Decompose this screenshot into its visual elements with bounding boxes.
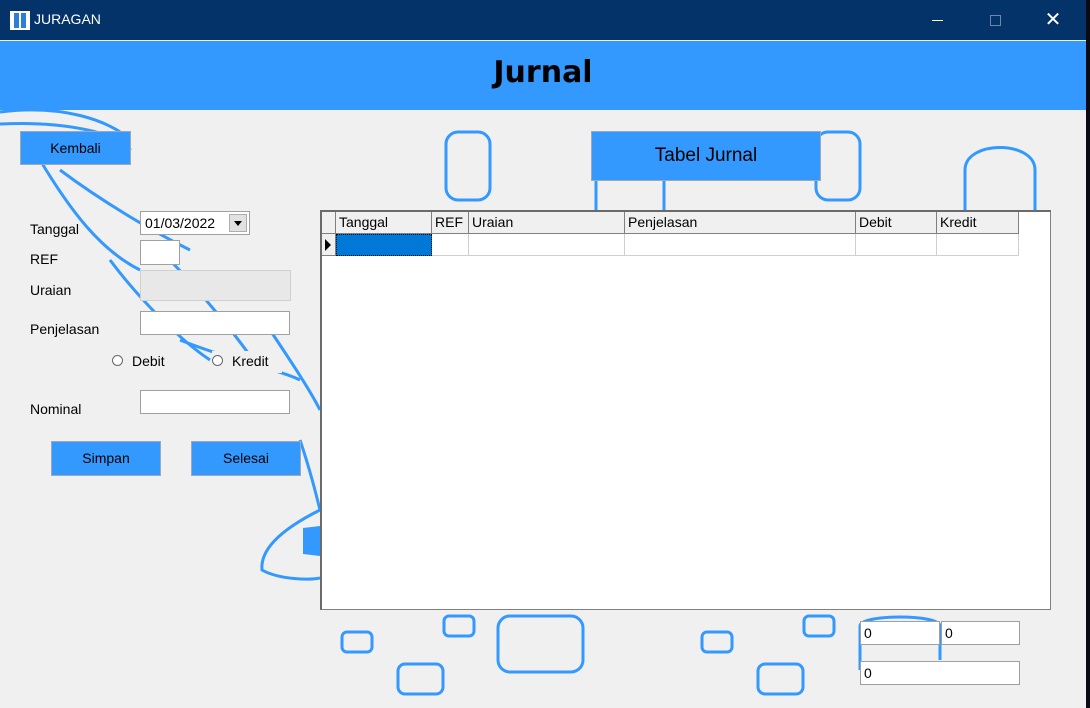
nominal-input[interactable] (140, 390, 290, 414)
table-caption: Tabel Jurnal (591, 131, 821, 181)
penjelasan-label: Penjelasan (30, 321, 100, 337)
app-logo-icon (10, 11, 30, 30)
window-title: JURAGAN (34, 11, 101, 27)
nominal-label: Nominal (30, 401, 82, 417)
ref-input[interactable] (140, 240, 180, 265)
page-header: Jurnal (0, 41, 1086, 110)
maximize-button[interactable] (972, 0, 1018, 40)
ref-label: REF (30, 251, 58, 267)
back-button[interactable]: Kembali (20, 131, 131, 165)
penjelasan-input[interactable] (140, 311, 290, 335)
uraian-label: Uraian (30, 282, 72, 298)
table-row[interactable] (322, 234, 1019, 256)
debit-radio[interactable]: Debit (112, 351, 180, 373)
current-row-indicator-icon[interactable] (322, 234, 336, 256)
tanggal-label: Tanggal (30, 221, 80, 237)
kredit-radio[interactable]: Kredit (212, 351, 282, 373)
table-cell-tanggal[interactable] (336, 234, 432, 256)
table-cell-ref[interactable] (432, 234, 469, 256)
save-button[interactable]: Simpan (51, 441, 161, 476)
uraian-input[interactable] (140, 270, 291, 301)
close-button[interactable]: ✕ (1030, 0, 1076, 40)
finish-button[interactable]: Selesai (191, 441, 301, 476)
debit-total-field[interactable]: 0 (860, 621, 940, 645)
title-bar[interactable]: JURAGAN ✕ (0, 0, 1086, 40)
kredit-radio-label: Kredit (232, 353, 269, 369)
tanggal-date-picker[interactable]: 01/03/2022 (140, 211, 250, 235)
table-cell-debit[interactable] (856, 234, 937, 256)
page-title: Jurnal (493, 55, 593, 90)
table-cell-uraian[interactable] (469, 234, 625, 256)
kredit-total-field[interactable]: 0 (941, 621, 1020, 645)
table-header-row: Tanggal REF Uraian Penjelasan Debit Kred… (322, 212, 1019, 234)
table-corner-cell (322, 212, 336, 234)
column-header-kredit[interactable]: Kredit (937, 212, 1019, 234)
column-header-debit[interactable]: Debit (856, 212, 937, 234)
table-cell-penjelasan[interactable] (625, 234, 856, 256)
application-window: JURAGAN ✕ Jurnal Kembali Tabel Jurnal Ta… (0, 0, 1086, 708)
chevron-down-icon[interactable] (229, 214, 247, 232)
debit-radio-label: Debit (132, 353, 165, 369)
column-header-tanggal[interactable]: Tanggal (336, 212, 432, 234)
table-cell-kredit[interactable] (937, 234, 1019, 256)
column-header-ref[interactable]: REF (432, 212, 469, 234)
radio-circle-icon[interactable] (112, 355, 123, 366)
balance-field[interactable]: 0 (860, 661, 1020, 685)
column-header-uraian[interactable]: Uraian (469, 212, 625, 234)
radio-circle-icon[interactable] (212, 355, 223, 366)
minimize-button[interactable] (914, 0, 960, 40)
column-header-penjelasan[interactable]: Penjelasan (625, 212, 856, 234)
tanggal-value: 01/03/2022 (145, 215, 216, 231)
journal-table[interactable]: Tanggal REF Uraian Penjelasan Debit Kred… (320, 210, 1051, 610)
